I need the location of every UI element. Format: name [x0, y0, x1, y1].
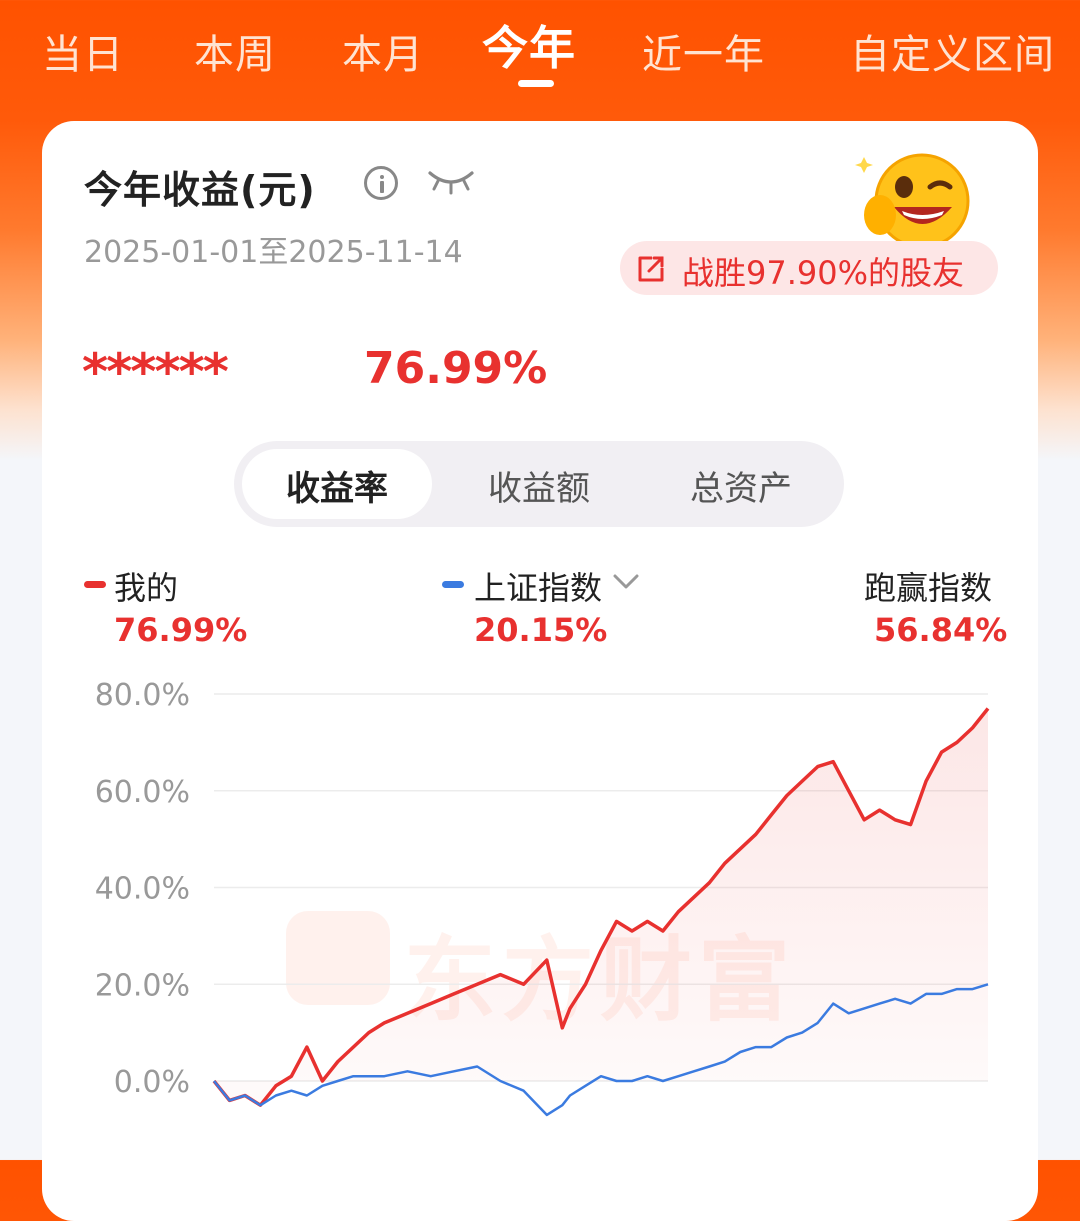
segment-total-assets[interactable]: 总资产 [646, 461, 836, 510]
y-tick-label: 40.0% [95, 872, 190, 907]
hidden-amount: ****** [82, 343, 229, 401]
legend-mine-value: 76.99% [114, 611, 248, 649]
info-icon[interactable] [364, 166, 398, 200]
legend-mine-label: 我的 [114, 569, 179, 607]
tab-last-year[interactable]: 近一年 [642, 22, 765, 80]
legend-index-label[interactable]: 上证指数 [474, 563, 602, 609]
y-tick-label: 60.0% [95, 775, 190, 810]
y-tick-label: 0.0% [114, 1065, 190, 1100]
earnings-card: 今年收益(元) 2025-01-01至2025-11-14 战胜97.90%的股… [42, 121, 1038, 1221]
beat-peers-text: 战胜97.90%的股友 [682, 254, 965, 292]
y-tick-label: 80.0% [95, 678, 190, 713]
active-tab-indicator [518, 80, 554, 87]
legend-mine-marker [84, 581, 106, 588]
tab-today[interactable]: 当日 [42, 22, 124, 80]
segment-return-rate[interactable]: 收益率 [242, 461, 432, 510]
legend-beat-label: 跑赢指数 [864, 569, 993, 607]
mine-area-fill [214, 708, 988, 1106]
tab-this-month[interactable]: 本月 [342, 22, 424, 80]
share-icon [638, 256, 664, 282]
winking-emoji-icon [855, 153, 970, 245]
y-tick-label: 20.0% [95, 968, 190, 1003]
legend-beat-value: 56.84% [874, 611, 1008, 649]
card-title: 今年收益(元) [84, 168, 316, 212]
chevron-down-icon[interactable] [612, 573, 640, 591]
returns-line-chart: 80.0% 60.0% 40.0% 20.0% 0.0% [95, 678, 990, 1117]
beat-peers-badge[interactable]: 战胜97.90%的股友 [620, 241, 998, 295]
tab-this-year[interactable]: 今年 [482, 12, 576, 78]
eye-closed-icon[interactable] [426, 167, 476, 197]
metric-segmented-control: 收益率 收益额 总资产 [234, 441, 844, 527]
segment-return-amount[interactable]: 收益额 [444, 461, 634, 510]
legend-index-value: 20.15% [474, 611, 608, 649]
date-range: 2025-01-01至2025-11-14 [84, 235, 463, 270]
tab-custom-range[interactable]: 自定义区间 [850, 22, 1055, 80]
legend-index-marker [442, 581, 464, 588]
period-tabs: 当日 本周 本月 今年 近一年 自定义区间 [0, 0, 1080, 110]
tab-this-week[interactable]: 本周 [194, 22, 276, 80]
total-return-rate: 76.99% [364, 343, 548, 394]
